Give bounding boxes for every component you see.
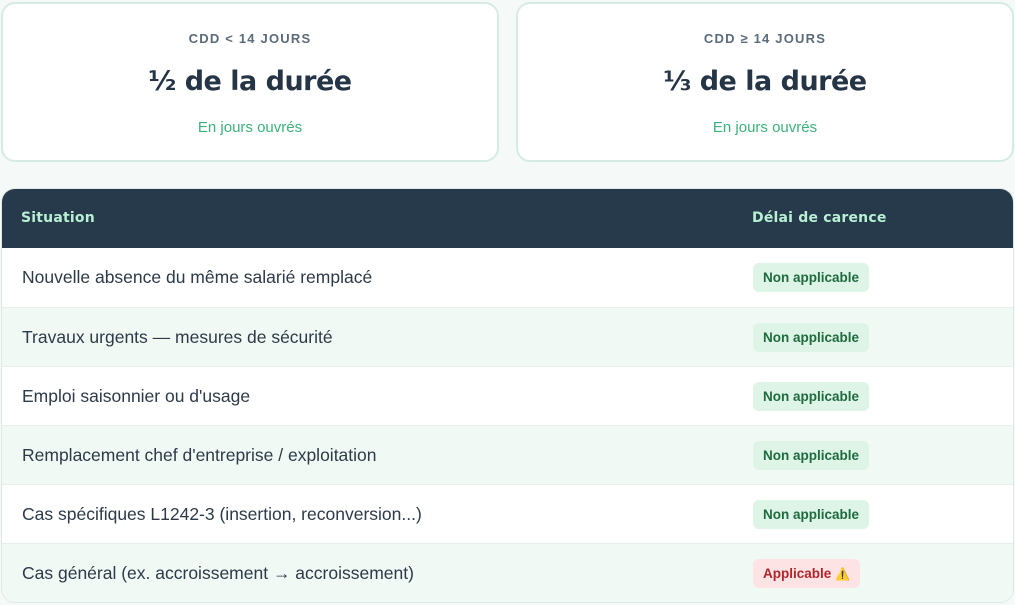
status-badge: Non applicable: [753, 323, 870, 352]
status-label: Non applicable: [763, 389, 860, 404]
status-label: Non applicable: [763, 507, 860, 522]
table-row: Travaux urgents — mesures de sécurité No…: [2, 307, 1013, 366]
status-badge: Non applicable: [753, 382, 870, 411]
status-badge: Non applicable: [753, 441, 870, 470]
situation-cell: Travaux urgents — mesures de sécurité: [22, 327, 333, 347]
table-row: Nouvelle absence du même salarié remplac…: [2, 248, 1013, 307]
status-label: Applicable: [763, 566, 832, 581]
situation-cell: Cas général (ex. accroissement → accrois…: [22, 563, 414, 583]
warning-icon: ⚠️: [835, 567, 851, 581]
situation-cell: Nouvelle absence du même salarié remplac…: [22, 267, 373, 287]
situation-cell: Remplacement chef d'entreprise / exploit…: [22, 445, 377, 465]
status-badge: Applicable ⚠️: [753, 559, 861, 588]
situation-cell: Emploi saisonnier ou d'usage: [22, 386, 251, 406]
table-row: Cas général (ex. accroissement → accrois…: [2, 543, 1013, 602]
card-subtitle: En jours ouvrés: [197, 119, 303, 136]
status-label: Non applicable: [763, 270, 860, 285]
situation-cell: Cas spécifiques L1242-3 (insertion, reco…: [22, 504, 422, 524]
table-header: Situation Délai de carence: [2, 189, 1013, 248]
carence-table: Situation Délai de carence Nouvelle abse…: [1, 188, 1014, 603]
status-badge: Non applicable: [753, 500, 870, 529]
card-value: ⅓ de la durée: [663, 66, 867, 97]
status-label: Non applicable: [763, 330, 860, 345]
card-value: ½ de la durée: [148, 66, 352, 97]
table-row: Cas spécifiques L1242-3 (insertion, reco…: [2, 484, 1013, 543]
rules-cards: CDD < 14 JOURS ½ de la durée En jours ou…: [1, 2, 1014, 162]
status-badge: Non applicable: [753, 263, 870, 292]
card-long-cdd: CDD ≥ 14 JOURS ⅓ de la durée En jours ou…: [516, 2, 1014, 162]
table-row: Emploi saisonnier ou d'usage Non applica…: [2, 366, 1013, 425]
card-kicker: CDD < 14 JOURS: [188, 31, 312, 46]
card-short-cdd: CDD < 14 JOURS ½ de la durée En jours ou…: [1, 2, 499, 162]
card-kicker: CDD ≥ 14 JOURS: [703, 31, 827, 46]
header-situation: Situation: [21, 210, 95, 226]
status-label: Non applicable: [763, 448, 860, 463]
card-subtitle: En jours ouvrés: [712, 119, 818, 136]
table-row: Remplacement chef d'entreprise / exploit…: [2, 425, 1013, 484]
header-delay: Délai de carence: [752, 210, 887, 226]
